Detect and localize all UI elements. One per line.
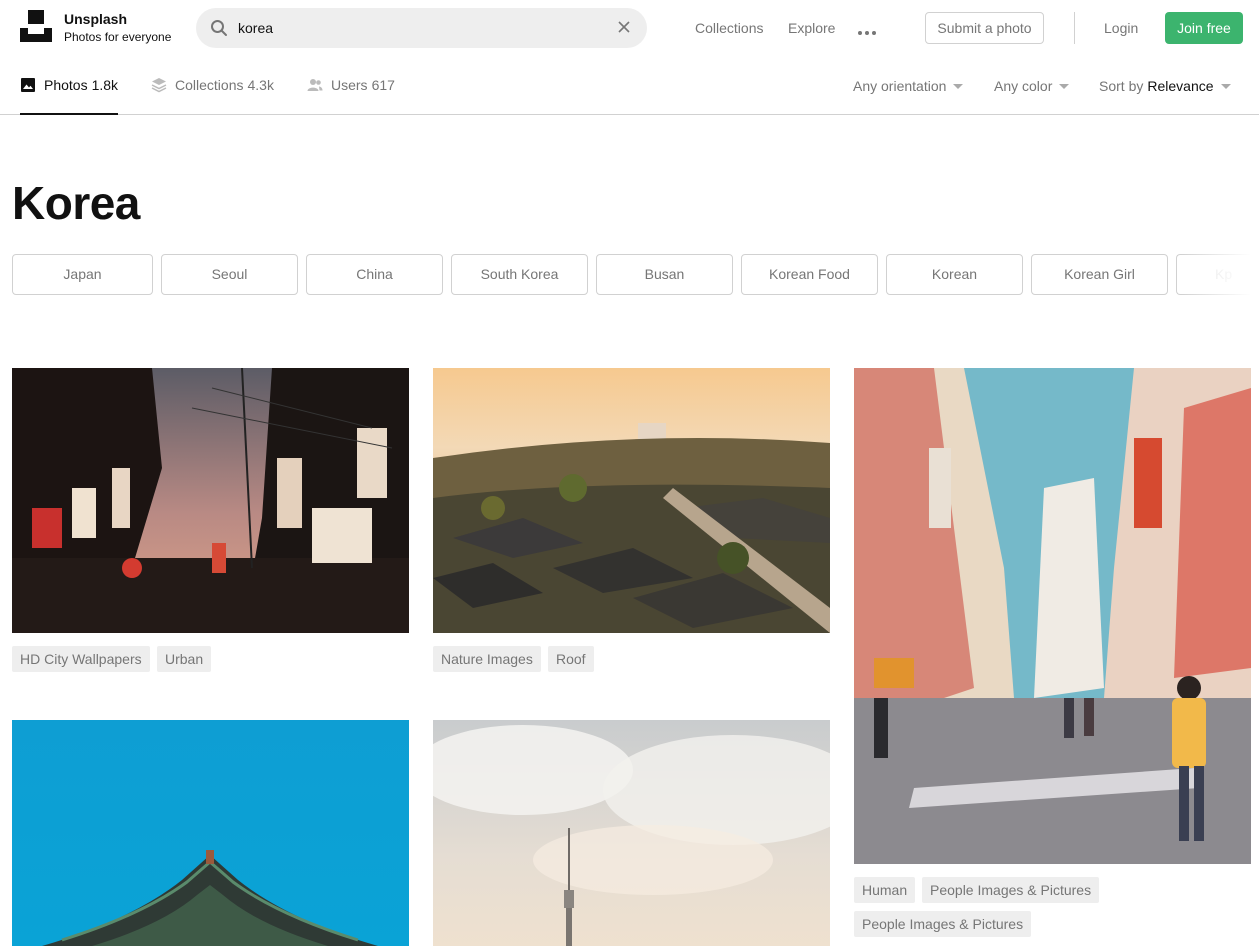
search-tabs-bar: Photos 1.8k Collections 4.3k Users 617 A… — [0, 56, 1259, 115]
photo-tag[interactable]: Roof — [548, 646, 594, 672]
photo-card[interactable] — [433, 720, 830, 946]
chevron-down-icon — [1220, 83, 1231, 89]
photo-tag[interactable]: Nature Images — [433, 646, 541, 672]
photo-hanok-village — [433, 368, 830, 633]
photo-card[interactable] — [433, 368, 830, 633]
sort-value: Relevance — [1147, 78, 1214, 94]
unsplash-logo-icon[interactable] — [20, 10, 52, 42]
login-link[interactable]: Login — [1104, 19, 1138, 37]
photo-card[interactable] — [12, 720, 409, 946]
users-icon — [307, 79, 323, 91]
clear-search-icon[interactable] — [617, 20, 631, 34]
search-input[interactable] — [238, 16, 598, 40]
join-free-button[interactable]: Join free — [1165, 12, 1243, 44]
chevron-down-icon — [1059, 83, 1070, 89]
page-title: Korea — [12, 177, 140, 229]
related-chip[interactable]: South Korea — [451, 254, 588, 295]
photo-card[interactable] — [854, 368, 1251, 864]
layers-icon — [151, 78, 167, 93]
photo-seoul-tower — [433, 720, 830, 946]
color-filter-label: Any color — [994, 78, 1053, 94]
photo-tag[interactable]: People Images & Pictures — [854, 911, 1032, 937]
nav-collections-link[interactable]: Collections — [695, 19, 763, 37]
header-divider — [1074, 12, 1075, 44]
image-icon — [21, 77, 35, 92]
related-searches: Japan Seoul China South Korea Busan Kore… — [12, 254, 1251, 296]
tab-collections-label: Collections — [175, 77, 244, 93]
related-chip[interactable]: Japan — [12, 254, 153, 295]
photo-tag[interactable]: People Images & Pictures — [922, 877, 1100, 903]
tab-users-label: Users — [331, 77, 368, 93]
search-icon[interactable] — [210, 19, 228, 37]
brand-name: Unsplash — [64, 11, 128, 27]
sort-prefix: Sort by — [1099, 78, 1144, 94]
related-chip[interactable]: China — [306, 254, 443, 295]
tab-collections-count: 4.3k — [247, 77, 274, 93]
tab-photos-label: Photos — [44, 76, 88, 93]
photo-card[interactable] — [12, 368, 409, 633]
photo-shopping-street — [854, 368, 1251, 864]
photo-neon-street — [12, 368, 409, 633]
orientation-filter-label: Any orientation — [853, 78, 947, 94]
tab-photos-count: 1.8k — [91, 76, 119, 93]
related-chip[interactable]: Korean — [886, 254, 1023, 295]
related-chip[interactable]: Busan — [596, 254, 733, 295]
tab-photos[interactable]: Photos 1.8k — [20, 56, 119, 115]
related-chip[interactable]: Korean Food — [741, 254, 878, 295]
brand-tagline: Photos for everyone — [64, 30, 172, 44]
tab-collections[interactable]: Collections 4.3k — [151, 56, 274, 114]
more-menu-icon[interactable] — [858, 22, 880, 35]
related-chip[interactable]: Korean Girl — [1031, 254, 1168, 295]
sort-filter[interactable]: Sort by Relevance — [1099, 78, 1231, 94]
chevron-down-icon — [953, 83, 964, 89]
tab-users-count: 617 — [371, 77, 395, 93]
orientation-filter[interactable]: Any orientation — [853, 78, 964, 94]
top-header: Unsplash Photos for everyone Collections… — [0, 0, 1259, 56]
tab-users[interactable]: Users 617 — [307, 56, 395, 114]
photo-tag[interactable]: Urban — [157, 646, 212, 672]
submit-photo-button[interactable]: Submit a photo — [925, 12, 1044, 44]
nav-explore-link[interactable]: Explore — [788, 19, 835, 37]
chips-fade-overlay — [1181, 254, 1251, 296]
photo-tag[interactable]: Human — [854, 877, 916, 903]
search-bar — [196, 8, 647, 48]
photo-tag[interactable]: HD City Wallpapers — [12, 646, 150, 672]
color-filter[interactable]: Any color — [994, 78, 1070, 94]
related-chip[interactable]: Seoul — [161, 254, 298, 295]
brand[interactable]: Unsplash Photos for everyone — [64, 11, 171, 45]
photo-palace-roof — [12, 720, 409, 946]
